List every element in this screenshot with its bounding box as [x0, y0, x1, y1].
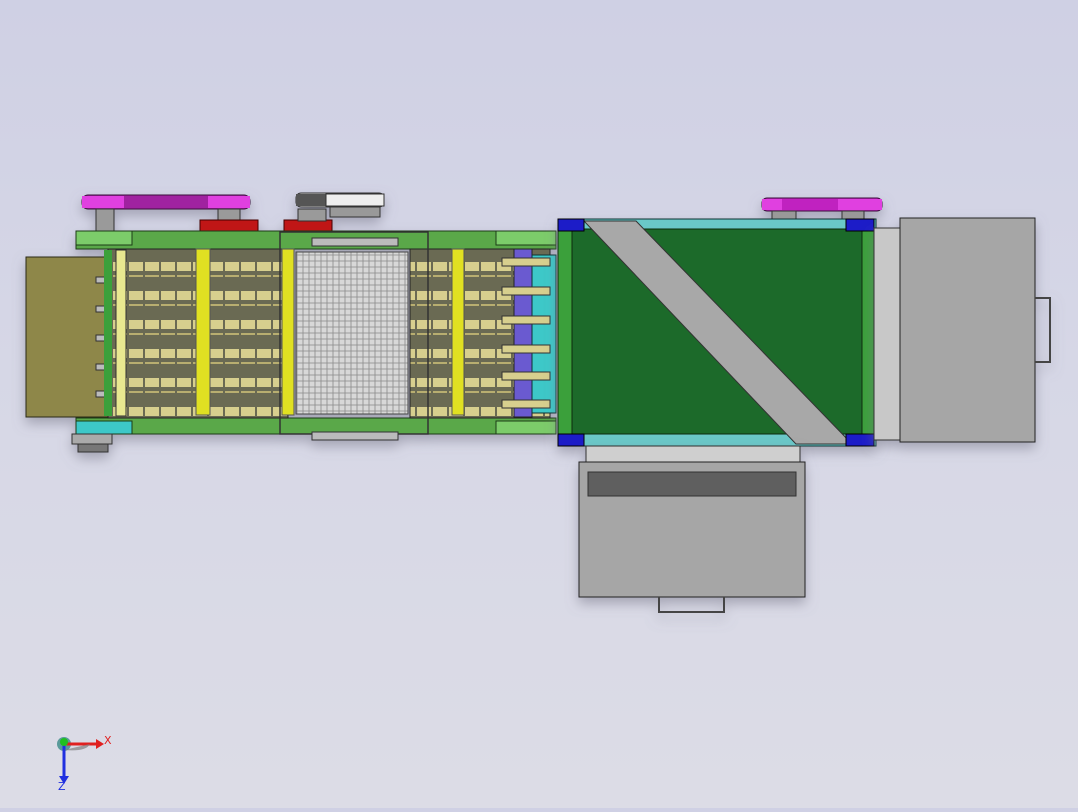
bin-handle-right[interactable] — [1035, 297, 1051, 363]
brush-drum-mesh — [295, 251, 409, 415]
top-drive-belt-left — [81, 194, 259, 233]
top-chain-sprocket — [283, 192, 385, 233]
conveyor-assembly[interactable] — [25, 192, 557, 453]
top-drive-belt-right — [761, 197, 883, 220]
coordinate-triad: X Z — [57, 734, 112, 793]
purple-roller — [513, 248, 533, 418]
cad-viewport[interactable]: X Z — [0, 0, 1078, 808]
belt-conveyor-section[interactable] — [557, 197, 883, 447]
bin-handle-bottom[interactable] — [658, 597, 725, 613]
bottom-collection-bin[interactable] — [578, 445, 806, 613]
bottom-bearing — [71, 433, 113, 453]
model-canvas[interactable]: X Z — [0, 0, 1078, 808]
cyan-guard — [531, 254, 557, 414]
z-axis-label: Z — [58, 780, 66, 793]
x-axis-label: X — [104, 734, 112, 747]
right-collection-bin[interactable] — [873, 217, 1051, 443]
